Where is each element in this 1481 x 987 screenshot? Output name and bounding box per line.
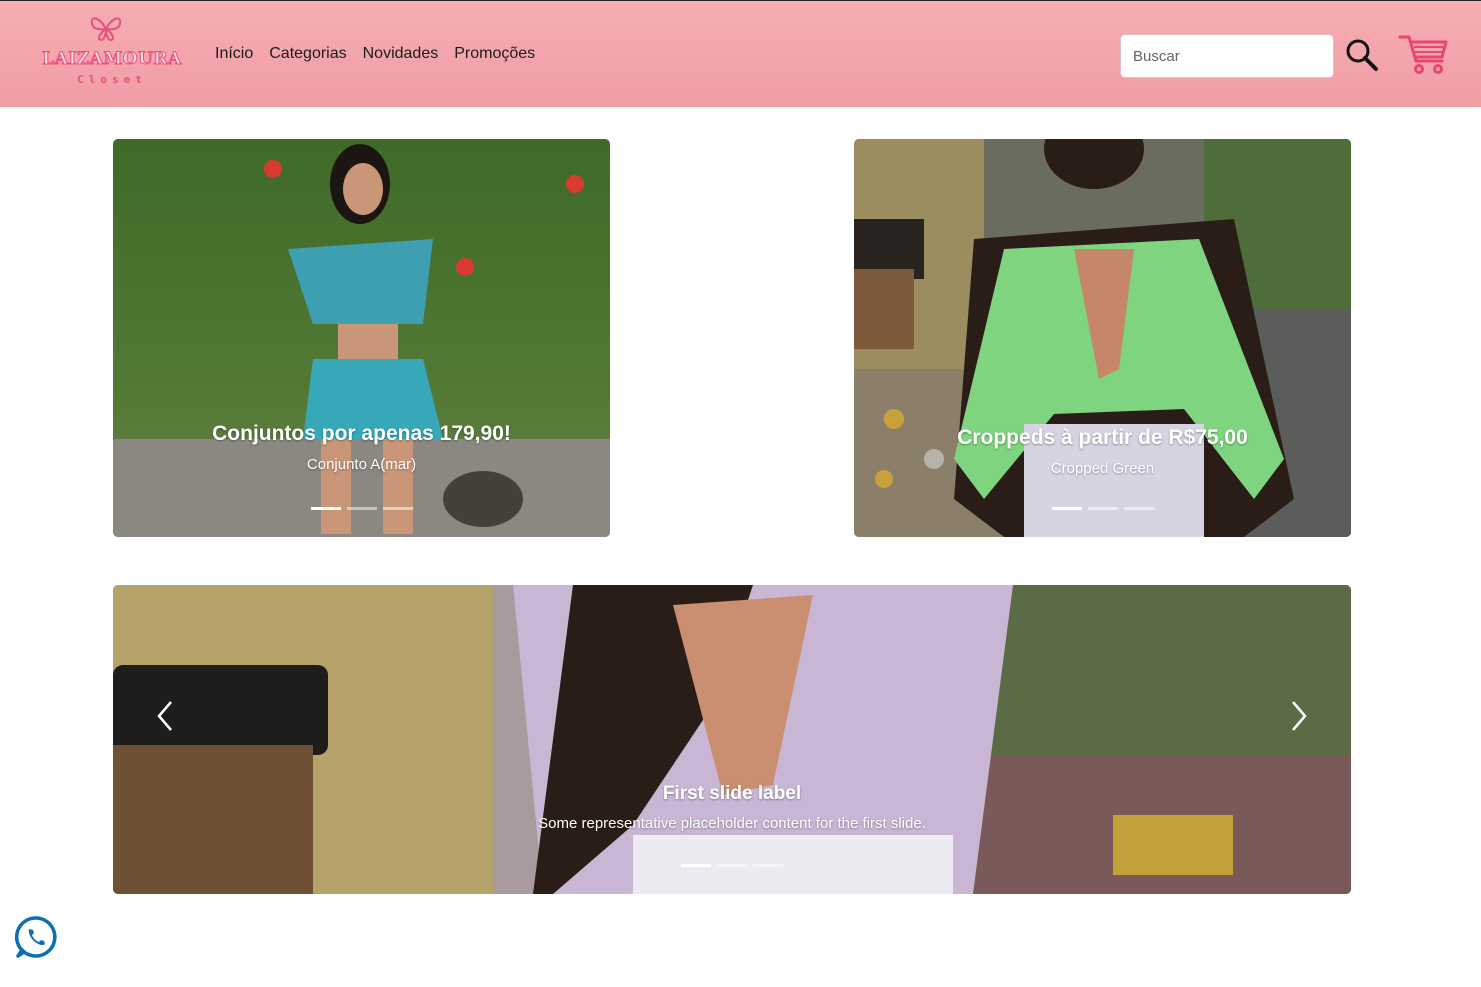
carousel-caption: Croppeds à partir de R$75,00 Cropped Gre… bbox=[854, 426, 1351, 477]
nav-item-inicio[interactable]: Início bbox=[215, 45, 253, 63]
nav-item-novidades[interactable]: Novidades bbox=[363, 45, 439, 63]
caption-text: Cropped Green bbox=[1050, 460, 1155, 477]
carousel-indicators bbox=[854, 507, 1351, 510]
shopping-cart-icon bbox=[1398, 35, 1448, 74]
brand-logo[interactable]: LAIZAMOURA Closet bbox=[34, 13, 184, 93]
main-nav: Início Categorias Novidades Promoções bbox=[215, 45, 535, 63]
nav-item-categorias[interactable]: Categorias bbox=[269, 45, 346, 63]
caption-title: Conjuntos por apenas 179,90! bbox=[212, 422, 511, 445]
carousel-caption: Conjuntos por apenas 179,90! Conjunto A(… bbox=[113, 422, 610, 473]
indicator-slide-3[interactable] bbox=[382, 507, 413, 510]
search-icon bbox=[1346, 39, 1378, 71]
carousel-caption: First slide label Some representative pl… bbox=[113, 783, 1351, 832]
cart-button[interactable] bbox=[1398, 31, 1450, 77]
nav-item-promocoes[interactable]: Promoções bbox=[454, 45, 535, 63]
search-input[interactable] bbox=[1120, 34, 1334, 78]
carousel-indicators bbox=[113, 864, 1351, 867]
caption-text: Some representative placeholder content … bbox=[538, 815, 926, 832]
search-button[interactable] bbox=[1344, 37, 1380, 73]
indicator-slide-2[interactable] bbox=[346, 507, 377, 510]
caption-text: Conjunto A(mar) bbox=[306, 456, 417, 473]
indicator-slide-3[interactable] bbox=[1123, 507, 1154, 510]
carousel-indicators bbox=[113, 507, 610, 510]
butterfly-icon bbox=[90, 17, 122, 42]
indicator-slide-1[interactable] bbox=[310, 507, 341, 510]
slide-photo-cropped-lilac bbox=[113, 585, 1351, 894]
indicator-slide-3[interactable] bbox=[753, 864, 783, 867]
slide-photo-cropped-green bbox=[854, 139, 1351, 537]
carousel-prev-button[interactable] bbox=[145, 686, 185, 746]
chevron-left-icon bbox=[157, 701, 172, 731]
carousel-conjuntos[interactable]: Conjuntos por apenas 179,90! Conjunto A(… bbox=[113, 139, 610, 537]
whatsapp-button[interactable] bbox=[14, 915, 58, 959]
caption-title: Croppeds à partir de R$75,00 bbox=[957, 426, 1248, 449]
chevron-right-icon bbox=[1292, 701, 1307, 731]
indicator-slide-1[interactable] bbox=[1051, 507, 1082, 510]
indicator-slide-2[interactable] bbox=[1087, 507, 1118, 510]
carousel-main-banner[interactable]: First slide label Some representative pl… bbox=[113, 585, 1351, 894]
slide-photo-conjunto bbox=[113, 139, 610, 537]
indicator-slide-1[interactable] bbox=[681, 864, 711, 867]
whatsapp-icon bbox=[14, 916, 57, 958]
carousel-next-button[interactable] bbox=[1279, 686, 1319, 746]
caption-title: First slide label bbox=[662, 783, 802, 804]
carousel-croppeds[interactable]: Croppeds à partir de R$75,00 Cropped Gre… bbox=[854, 139, 1351, 537]
site-header: LAIZAMOURA Closet Início Categorias Novi… bbox=[0, 0, 1481, 107]
indicator-slide-2[interactable] bbox=[717, 864, 747, 867]
logo-subtitle: Closet bbox=[77, 73, 147, 86]
logo-wordmark: LAIZAMOURA bbox=[42, 49, 182, 70]
